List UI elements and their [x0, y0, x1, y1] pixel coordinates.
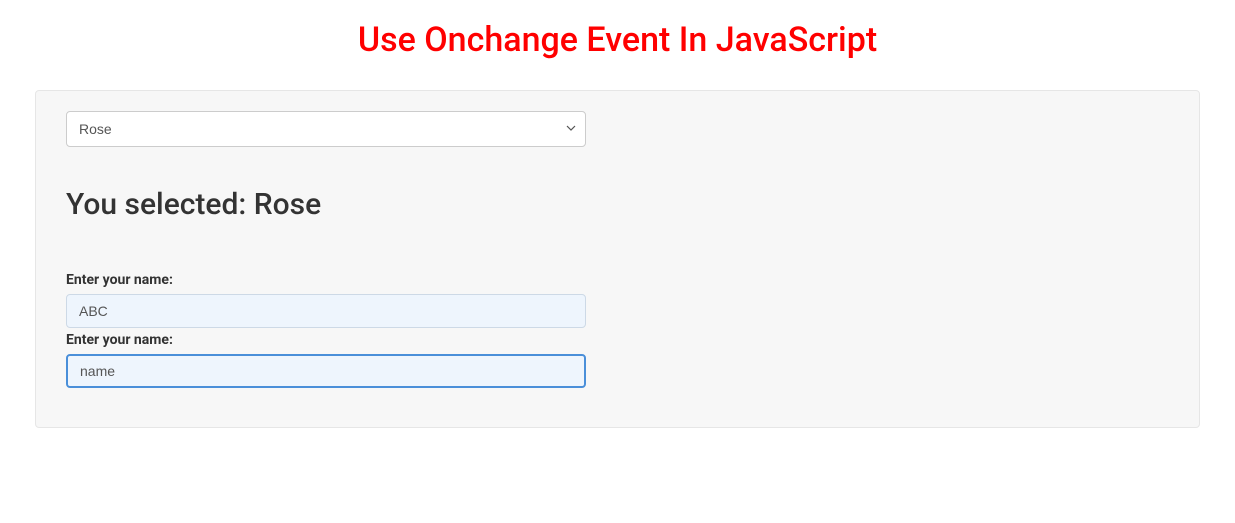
name-input-1[interactable] — [66, 294, 586, 328]
flower-select[interactable]: Rose — [66, 111, 586, 147]
form-group-2: Enter your name: — [66, 332, 1169, 388]
result-prefix: You selected: — [66, 187, 254, 222]
content-panel: Rose You selected: Rose Enter your name:… — [35, 90, 1200, 428]
page-title: Use Onchange Event In JavaScript — [35, 20, 1200, 60]
select-container: Rose — [66, 111, 586, 147]
name-label-1: Enter your name: — [66, 272, 1169, 288]
result-heading: You selected: Rose — [66, 187, 1169, 222]
select-wrapper: Rose — [66, 111, 1169, 147]
result-value: Rose — [254, 187, 321, 222]
form-group-1: Enter your name: — [66, 272, 1169, 328]
name-label-2: Enter your name: — [66, 332, 1169, 348]
name-input-2[interactable] — [66, 354, 586, 388]
